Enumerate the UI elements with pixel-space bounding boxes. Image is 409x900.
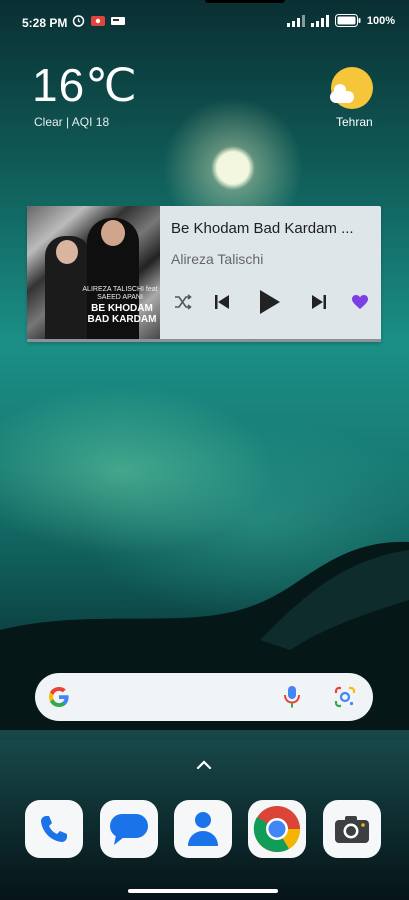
wifi-icon — [310, 14, 329, 27]
song-artist: Alireza Talischi — [171, 251, 264, 267]
play-icon — [260, 290, 280, 314]
camera-app-icon[interactable] — [323, 800, 381, 858]
phone-icon — [41, 816, 67, 842]
chrome-icon — [253, 806, 301, 853]
battery-icon — [334, 14, 361, 27]
playback-progress-fill — [27, 339, 381, 342]
battery-percentage: 100% — [366, 14, 395, 27]
play-button[interactable] — [255, 287, 285, 317]
cloud-icon — [330, 84, 354, 103]
shuffle-button[interactable] — [171, 290, 195, 314]
google-search-bar[interactable] — [35, 673, 373, 721]
song-title: Be Khodam Bad Kardam ... — [171, 220, 354, 237]
favorite-button[interactable] — [348, 290, 372, 314]
chat-bubble-icon — [110, 814, 148, 845]
microphone-icon — [284, 686, 300, 708]
google-lens-button[interactable] — [333, 685, 357, 714]
cover-face-right — [101, 220, 125, 246]
chevron-up-icon — [196, 760, 212, 770]
chrome-app-icon[interactable] — [248, 800, 306, 858]
status-icons-left — [72, 14, 125, 27]
weather-city-label: Tehran — [336, 115, 373, 129]
next-button[interactable] — [307, 290, 331, 314]
cover-artist-text: ALIREZA TALISCHI feat SAEED APANI — [82, 286, 158, 301]
google-logo-icon — [49, 687, 69, 707]
previous-button[interactable] — [210, 290, 234, 314]
status-bar: 5:28 PM 100% — [0, 0, 409, 44]
status-icons-right: 100% — [286, 14, 395, 27]
camera-icon — [335, 816, 369, 843]
app-dock — [0, 800, 409, 858]
album-cover[interactable]: ALIREZA TALISCHI feat SAEED APANI BE KHO… — [27, 206, 160, 340]
voice-search-button[interactable] — [283, 685, 301, 714]
vpn-icon — [111, 16, 125, 25]
gesture-navigation-bar[interactable] — [128, 889, 278, 893]
person-icon — [188, 812, 218, 846]
heart-icon — [352, 295, 368, 309]
alarm-icon — [72, 15, 85, 27]
shuffle-icon — [175, 294, 192, 310]
contacts-app-icon[interactable] — [174, 800, 232, 858]
camera-notch — [205, 0, 285, 3]
previous-icon — [215, 295, 229, 309]
signal-icon — [286, 14, 305, 27]
next-icon — [312, 295, 326, 309]
phone-app-icon[interactable] — [25, 800, 83, 858]
music-player-widget[interactable]: ALIREZA TALISCHI feat SAEED APANI BE KHO… — [27, 206, 381, 342]
screen-record-icon — [91, 15, 105, 26]
messages-app-icon[interactable] — [100, 800, 158, 858]
lens-icon — [334, 686, 356, 708]
temperature-label: 16℃ — [32, 59, 138, 111]
cover-title-text: BE KHODAM BAD KARDAM — [87, 303, 157, 325]
cover-face-left — [56, 240, 78, 264]
status-time: 5:28 PM — [22, 16, 68, 30]
weather-condition-label: Clear | AQI 18 — [34, 115, 110, 129]
playback-progress-bar[interactable] — [27, 339, 381, 342]
app-drawer-handle[interactable] — [194, 758, 214, 777]
